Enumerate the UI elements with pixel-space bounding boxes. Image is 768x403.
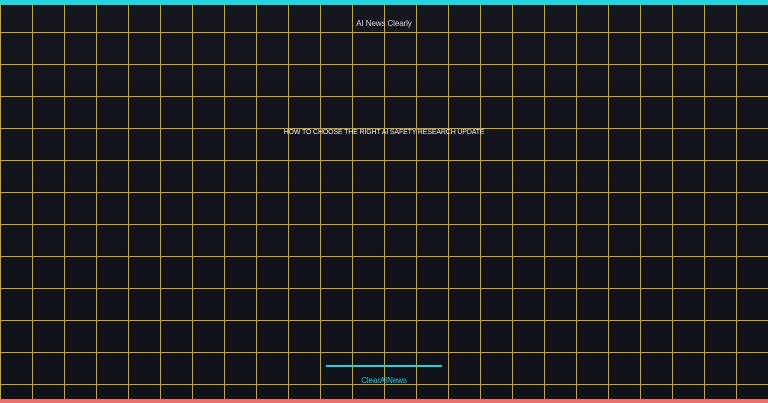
top-accent-bar — [0, 0, 768, 5]
page-title: HOW TO CHOOSE THE RIGHT AI SAFETY RESEAR… — [283, 129, 485, 136]
brand-label: ClearAINews — [361, 376, 407, 385]
page: AI News Clearly HOW TO CHOOSE THE RIGHT … — [0, 0, 768, 403]
grid-background — [0, 0, 768, 403]
accent-divider — [326, 365, 442, 367]
site-name: AI News Clearly — [356, 19, 412, 28]
bottom-accent-bar — [0, 399, 768, 403]
